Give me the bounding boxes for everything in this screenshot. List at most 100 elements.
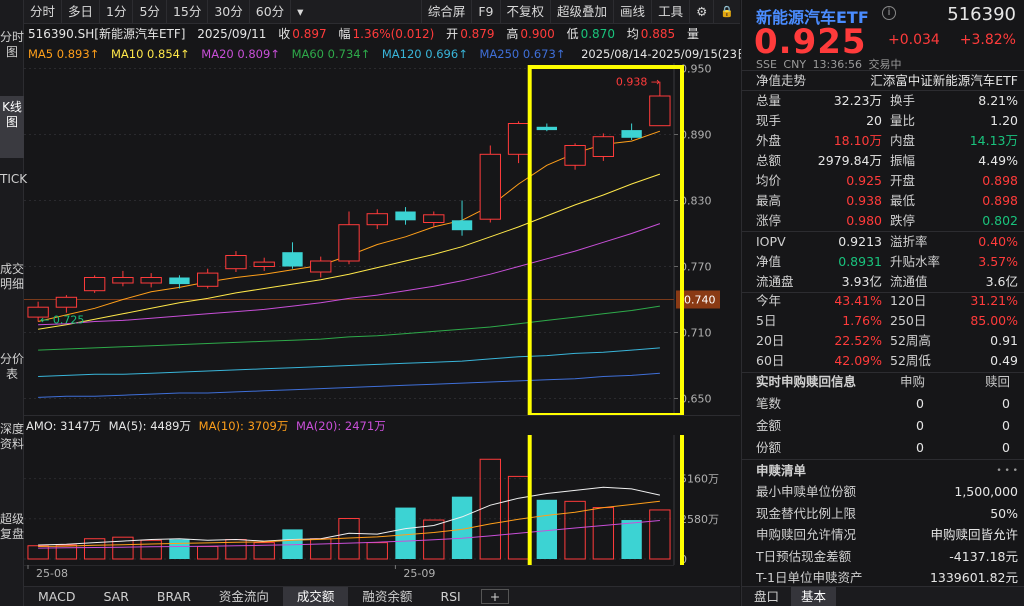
volume-bar [395, 508, 415, 559]
volume-tick-label: 2580万 [680, 513, 719, 526]
rows-key1: 现手 [756, 111, 781, 131]
period-15min-button[interactable]: 15分 [167, 0, 208, 24]
rows3-key1: 5日 [756, 311, 776, 331]
list-title: 申赎清单 [756, 461, 806, 481]
period-30min-button[interactable]: 30分 [208, 0, 249, 24]
rows-key2: 换手 [890, 91, 915, 111]
settings-icon[interactable]: ⚙ [690, 0, 714, 24]
list-row-value: 1,500,000 [954, 482, 1018, 502]
lock-icon[interactable]: 🔒 [714, 0, 740, 24]
subscribe-header: 实时申购赎回信息 申购 赎回 [756, 372, 1018, 392]
draw-line-button[interactable]: 画线 [614, 0, 652, 24]
rows3-value1: 43.41% [834, 291, 882, 311]
tab-macd[interactable]: MACD [24, 587, 89, 606]
rows-key2: 开盘 [890, 171, 915, 191]
price-tick-label: 0.830 [680, 195, 712, 208]
volume-bar [56, 545, 76, 559]
rows-value1: 32.23万 [834, 91, 882, 111]
tab-tick[interactable]: TICK [0, 170, 24, 248]
candle-body [169, 278, 189, 285]
period-multiday-button[interactable]: 多日 [62, 0, 100, 24]
tab-margin-balance[interactable]: 融资余额 [348, 587, 426, 606]
subscribe-title: 实时申购赎回信息 [756, 372, 856, 392]
ma10-legend: MA10 0.854↑ [111, 47, 190, 61]
period-intraday-button[interactable]: 分时 [24, 0, 62, 24]
list-row-value: 50% [990, 504, 1018, 524]
rows-key1: 均价 [756, 171, 781, 191]
rows-row: 最高0.938最低0.898 [756, 191, 1018, 211]
tab-turnover[interactable]: 成交额 [283, 587, 349, 606]
period-more-dropdown[interactable]: ▾ [291, 0, 309, 24]
rows-value2: 1.20 [990, 111, 1018, 131]
tab-depth-data[interactable]: 深度资料 [0, 420, 24, 500]
vol-ma20-legend: MA(20): 2471万 [296, 419, 386, 433]
composite-screen-button[interactable]: 综合屏 [421, 0, 473, 24]
tab-intraday[interactable]: 分时图 [0, 28, 24, 86]
tab-sar[interactable]: SAR [89, 587, 142, 606]
volume-legend-row: AMO: 3147万 MA(5): 4489万 MA(10): 3709万 MA… [24, 415, 740, 435]
volume-bar [508, 476, 528, 559]
f9-button[interactable]: F9 [472, 0, 500, 24]
nav-trend-row[interactable]: 净值走势 汇添富中证新能源汽车ETF [756, 71, 1018, 91]
tab-trade-detail[interactable]: 成交明细 [0, 260, 24, 340]
redeem-col-header: 赎回 [985, 372, 1010, 392]
rows-key2: 量比 [890, 111, 915, 131]
tab-price-table[interactable]: 分价表 [0, 350, 24, 410]
no-adjust-button[interactable]: 不复权 [501, 0, 552, 24]
period-5min-button[interactable]: 5分 [133, 0, 166, 24]
rows3-value1: 22.52% [834, 331, 882, 351]
rows2-row: 净值0.8931升贴水率3.57% [756, 252, 1018, 272]
tools-button[interactable]: 工具 [652, 0, 690, 24]
rows2-value1: 0.9213 [838, 232, 882, 252]
volume-bar [198, 547, 218, 559]
change-label: 幅 [338, 27, 350, 41]
tab-fund-flow[interactable]: 资金流向 [205, 587, 283, 606]
price-tick-label: 0.890 [680, 129, 712, 142]
volume-chart[interactable]: 5160万2580万0 [24, 435, 740, 565]
left-tab-strip: 分时图 K线图 TICK 成交明细 分价表 深度资料 超级复盘 [0, 0, 24, 606]
list-header: 申赎清单 • • • [756, 461, 1018, 481]
tab-rsi[interactable]: RSI [426, 587, 474, 606]
tab-kline[interactable]: K线图 [0, 96, 24, 158]
quote-info-row: 516390.SH[新能源汽车ETF] 2025/09/11 收0.897 幅1… [24, 24, 740, 44]
rows2-value2: 3.6亿 [986, 272, 1018, 292]
open-label: 开 [446, 27, 458, 41]
rows-key2: 跌停 [890, 211, 915, 231]
rows2-value1: 0.8931 [838, 252, 882, 272]
rows3-key2: 52周高 [890, 331, 931, 351]
candle-body [395, 212, 415, 221]
period-60min-button[interactable]: 60分 [250, 0, 291, 24]
rows3-value2: 0.91 [990, 331, 1018, 351]
tab-basic-info[interactable]: 基本 [791, 587, 836, 606]
fund-full-name: 汇添富中证新能源汽车ETF [870, 71, 1018, 91]
add-indicator-button[interactable]: + [481, 589, 509, 604]
info-icon[interactable]: i [882, 6, 896, 20]
redeem-row-value: 0 [1002, 416, 1010, 436]
tab-order-book[interactable]: 盘口 [742, 587, 791, 606]
period-1min-button[interactable]: 1分 [100, 0, 133, 24]
volume-vol-ma20-line [38, 521, 660, 549]
rows-row: 总量32.23万换手8.21% [756, 91, 1018, 111]
super-overlay-button[interactable]: 超级叠加 [551, 0, 614, 24]
ma250-legend: MA250 0.673↑ [479, 47, 565, 61]
date-label: 2025/09/11 [197, 27, 266, 41]
price-change: +0.034 [888, 32, 940, 48]
rows2-key1: 净值 [756, 252, 781, 272]
avg-value: 0.885 [641, 27, 675, 41]
nav-trend-label[interactable]: 净值走势 [756, 71, 806, 91]
tab-brar[interactable]: BRAR [143, 587, 205, 606]
tab-super-review[interactable]: 超级复盘 [0, 510, 24, 590]
list-more-icon[interactable]: • • • [996, 461, 1018, 481]
volume-label: 量 [687, 27, 699, 41]
subscribe-row-value: 0 [916, 438, 924, 458]
rows-value2: 0.898 [982, 171, 1018, 191]
ma-line-ma250 [38, 373, 660, 397]
list-row-value: 申购赎回皆允许 [930, 525, 1018, 545]
rows2-key2: 升贴水率 [890, 252, 940, 272]
subscribe-row-value: 0 [916, 416, 924, 436]
rows3-key2: 120日 [890, 291, 926, 311]
candle-body [226, 256, 246, 269]
price-tick-label: 0.650 [680, 393, 712, 406]
kline-chart[interactable]: 0.9500.8900.8300.7700.7100.6500.7400.938… [24, 63, 740, 415]
volume-bar [650, 510, 670, 559]
